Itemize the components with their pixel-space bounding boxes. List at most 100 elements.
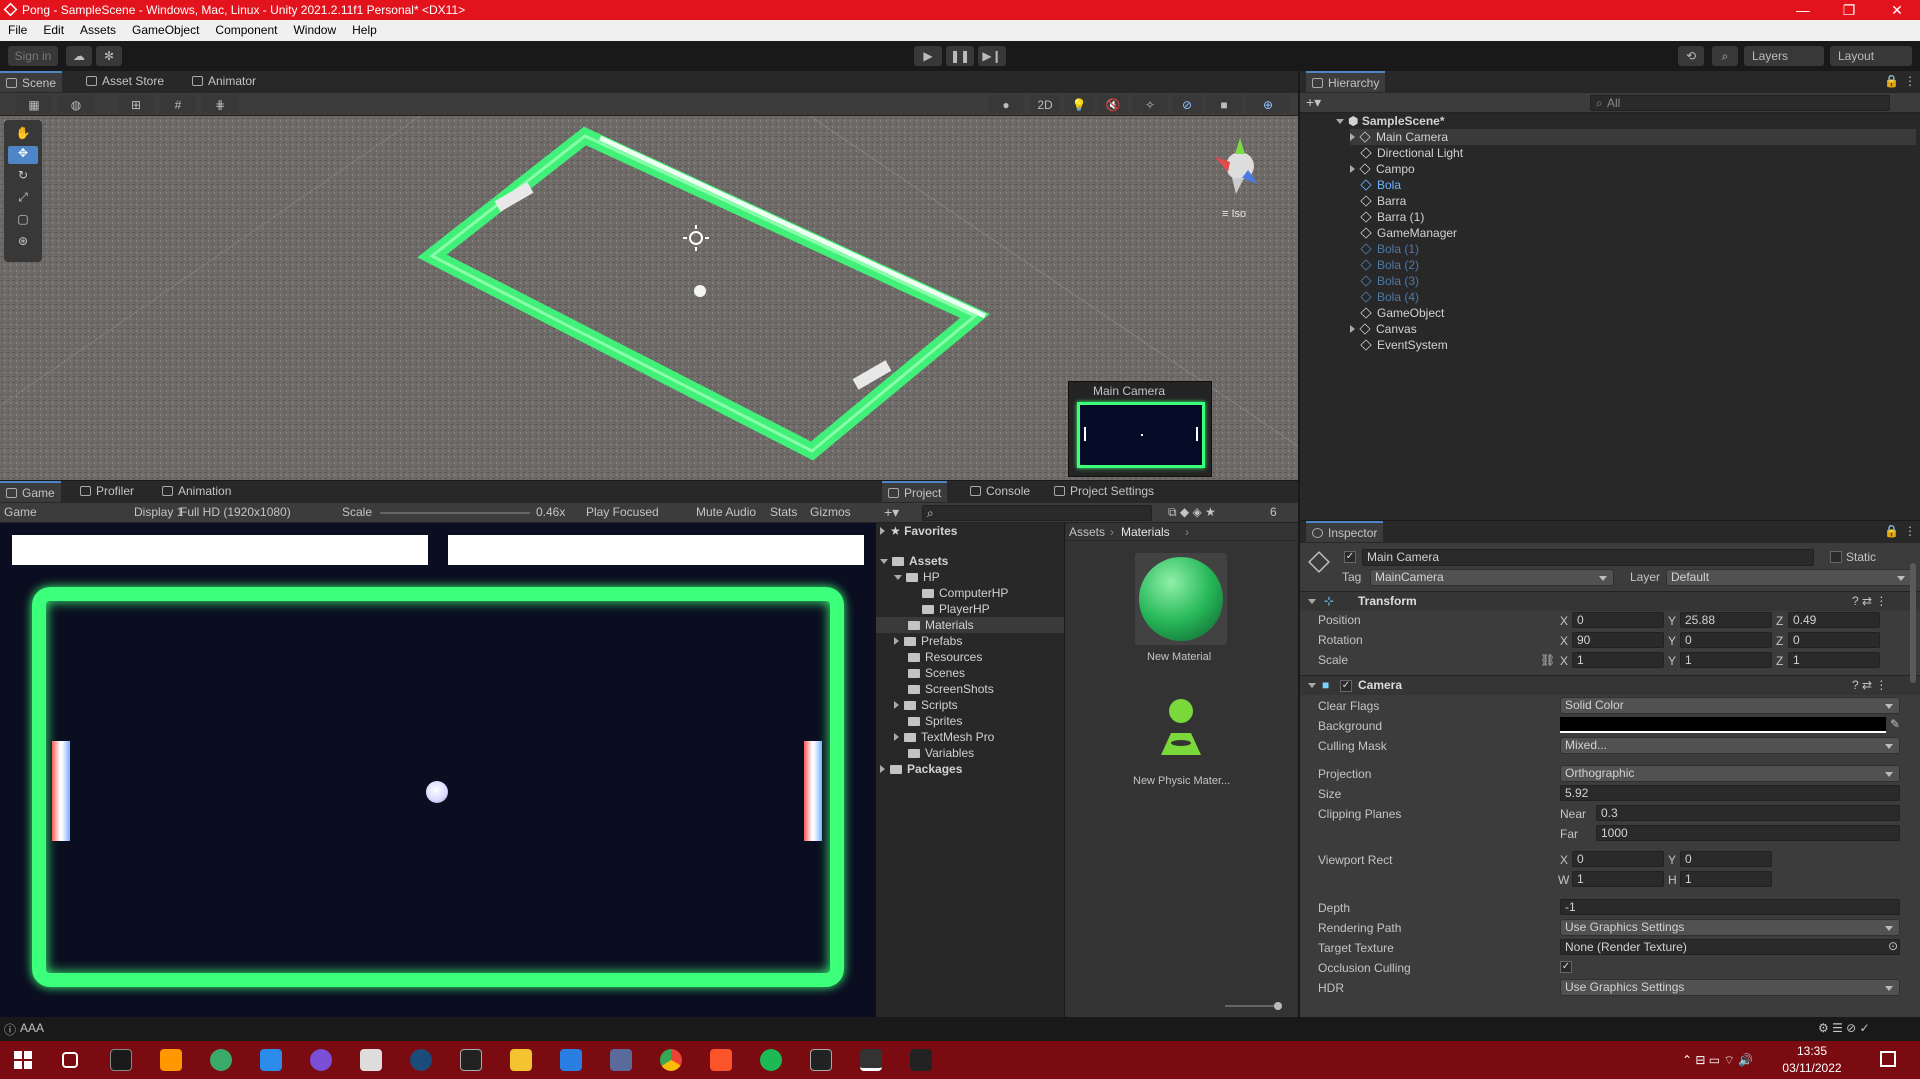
folder-resources[interactable]: Resources [908, 649, 982, 665]
project-search-input[interactable]: ⌕ [922, 505, 1152, 521]
task-view-icon[interactable] [62, 1052, 78, 1068]
search-icon[interactable]: ⌕ [1712, 46, 1738, 66]
menu-assets[interactable]: Assets [72, 20, 124, 41]
terminal-icon[interactable] [110, 1049, 132, 1071]
resolution-dropdown[interactable]: Full HD (1920x1080) [180, 505, 291, 519]
effects-icon[interactable]: ✧ [1132, 95, 1168, 113]
material-thumbnail[interactable] [1135, 553, 1227, 645]
folder-variables[interactable]: Variables [908, 745, 974, 761]
rect-tool-icon[interactable]: ▢ [8, 212, 38, 230]
sublime-icon[interactable] [160, 1049, 182, 1071]
target-texture-field[interactable]: None (Render Texture) [1560, 939, 1900, 955]
unity-editor-icon[interactable] [860, 1049, 882, 1071]
folder-screenshots[interactable]: ScreenShots [908, 681, 994, 697]
object-picker-icon[interactable]: ⊙ [1888, 939, 1898, 953]
hierarchy-item-gamemanager[interactable]: GameManager [1360, 225, 1457, 241]
scale-slider[interactable] [380, 512, 530, 514]
tab-inspector[interactable]: Inspector [1306, 521, 1384, 542]
component-icons[interactable]: ? ⇄ ⋮ [1852, 594, 1887, 608]
camera-enabled-checkbox[interactable]: ✓ [1340, 680, 1352, 692]
viewport-x-field[interactable]: 0 [1572, 851, 1664, 867]
depth-field[interactable]: -1 [1560, 899, 1900, 915]
hierarchy-item-eventsystem[interactable]: EventSystem [1360, 337, 1448, 353]
draw-mode-icon[interactable]: ▦ [16, 95, 52, 113]
tab-project[interactable]: Project [882, 481, 948, 502]
rendering-path-dropdown[interactable]: Use Graphics Settings [1560, 919, 1900, 936]
object-name-input[interactable]: Main Camera [1362, 549, 1814, 566]
hierarchy-item-barra[interactable]: Barra [1360, 193, 1406, 209]
audio-icon[interactable]: 🔇 [1098, 95, 1128, 113]
background-color-field[interactable] [1560, 717, 1886, 733]
clock-time[interactable]: 13:35 [1772, 1044, 1852, 1058]
folder-computerhp[interactable]: ComputerHP [922, 585, 1008, 601]
projection-dropdown[interactable]: Orthographic [1560, 765, 1900, 782]
folder-hp[interactable]: HP [894, 569, 940, 585]
chrome-icon[interactable] [660, 1049, 682, 1071]
display-dropdown[interactable]: Display 1 [134, 505, 183, 519]
menu-edit[interactable]: Edit [35, 20, 72, 41]
gizmos-icon[interactable]: ⊕ [1246, 95, 1290, 113]
lock-icon[interactable]: 🔒 [1884, 74, 1899, 88]
epic-launcher-icon[interactable] [810, 1049, 832, 1071]
occlusion-checkbox[interactable]: ✓ [1560, 961, 1572, 973]
file-explorer-icon[interactable] [510, 1049, 532, 1071]
close-button[interactable]: ✕ [1874, 0, 1920, 20]
tab-animation[interactable]: Animation [156, 481, 237, 502]
rotate-tool-icon[interactable]: ↻ [8, 168, 38, 186]
viewport-w-field[interactable]: 1 [1572, 871, 1664, 887]
hierarchy-item-bola-1[interactable]: Bola (1) [1360, 241, 1419, 257]
mute-audio-button[interactable]: Mute Audio [696, 505, 756, 519]
inspector-scrollbar[interactable] [1910, 563, 1916, 683]
rotation-y-field[interactable]: 0 [1680, 632, 1772, 648]
eyedropper-icon[interactable]: ✎ [1890, 717, 1900, 731]
scene-root[interactable]: ⬢ SampleScene* [1336, 113, 1916, 129]
game-view-dropdown[interactable]: Game [4, 505, 84, 519]
static-checkbox[interactable] [1830, 551, 1842, 563]
steam-icon[interactable] [410, 1049, 432, 1071]
favorites-item[interactable]: ★ Favorites [880, 523, 957, 539]
tab-animator[interactable]: Animator [186, 71, 262, 92]
lighting-icon[interactable]: 💡 [1064, 95, 1094, 113]
global-icon[interactable]: ◍ [58, 95, 94, 113]
tab-console[interactable]: Console [964, 481, 1036, 502]
notification-icon[interactable] [1880, 1051, 1896, 1067]
position-x-field[interactable]: 0 [1572, 612, 1664, 628]
minimize-button[interactable]: — [1780, 0, 1826, 20]
folder-scenes[interactable]: Scenes [908, 665, 965, 681]
folder-textmeshpro[interactable]: TextMesh Pro [894, 729, 994, 745]
folder-sprites[interactable]: Sprites [908, 713, 962, 729]
system-tray-icons[interactable]: ⌃ ⊟ ▭ ⌔ 🔊 [1682, 1053, 1753, 1068]
viewport-h-field[interactable]: 1 [1680, 871, 1772, 887]
scale-z-field[interactable]: 1 [1788, 652, 1880, 668]
discord-icon[interactable] [610, 1049, 632, 1071]
hierarchy-item-main-camera[interactable]: Main Camera [1350, 129, 1916, 145]
zoom-slider[interactable] [1225, 1005, 1275, 1007]
link-icon[interactable]: ⛓ [1540, 653, 1555, 667]
viewport-y-field[interactable]: 0 [1680, 851, 1772, 867]
breadcrumb-assets[interactable]: Assets [1069, 525, 1105, 539]
far-field[interactable]: 1000 [1596, 825, 1900, 841]
game-view[interactable] [0, 523, 876, 1017]
hierarchy-create-button[interactable]: +▾ [1306, 94, 1321, 111]
hdr-dropdown[interactable]: Use Graphics Settings [1560, 979, 1900, 996]
menu-component[interactable]: Component [207, 20, 285, 41]
scale-y-field[interactable]: 1 [1680, 652, 1772, 668]
tab-profiler[interactable]: Profiler [74, 481, 140, 502]
increment-snap-icon[interactable]: ⋕ [202, 95, 238, 113]
assets-folder[interactable]: Assets [880, 553, 948, 569]
play-focused-dropdown[interactable]: Play Focused [586, 505, 659, 519]
hierarchy-item-canvas[interactable]: Canvas [1350, 321, 1417, 337]
scale-tool-icon[interactable]: ⤢ [8, 190, 38, 208]
hierarchy-item-bola-2[interactable]: Bola (2) [1360, 257, 1419, 273]
history-icon[interactable]: ⟲ [1678, 46, 1704, 66]
culling-mask-dropdown[interactable]: Mixed... [1560, 737, 1900, 754]
component-icons[interactable]: ? ⇄ ⋮ [1852, 678, 1887, 692]
menu-help[interactable]: Help [344, 20, 385, 41]
folder-scripts[interactable]: Scripts [894, 697, 958, 713]
maximize-button[interactable]: ❐ [1826, 0, 1872, 20]
scale-x-field[interactable]: 1 [1572, 652, 1664, 668]
layout-dropdown[interactable]: Layout [1830, 46, 1912, 66]
hierarchy-search-input[interactable]: All [1590, 95, 1890, 111]
unity-player-icon[interactable] [910, 1049, 932, 1071]
menu-gameobject[interactable]: GameObject [124, 20, 207, 41]
